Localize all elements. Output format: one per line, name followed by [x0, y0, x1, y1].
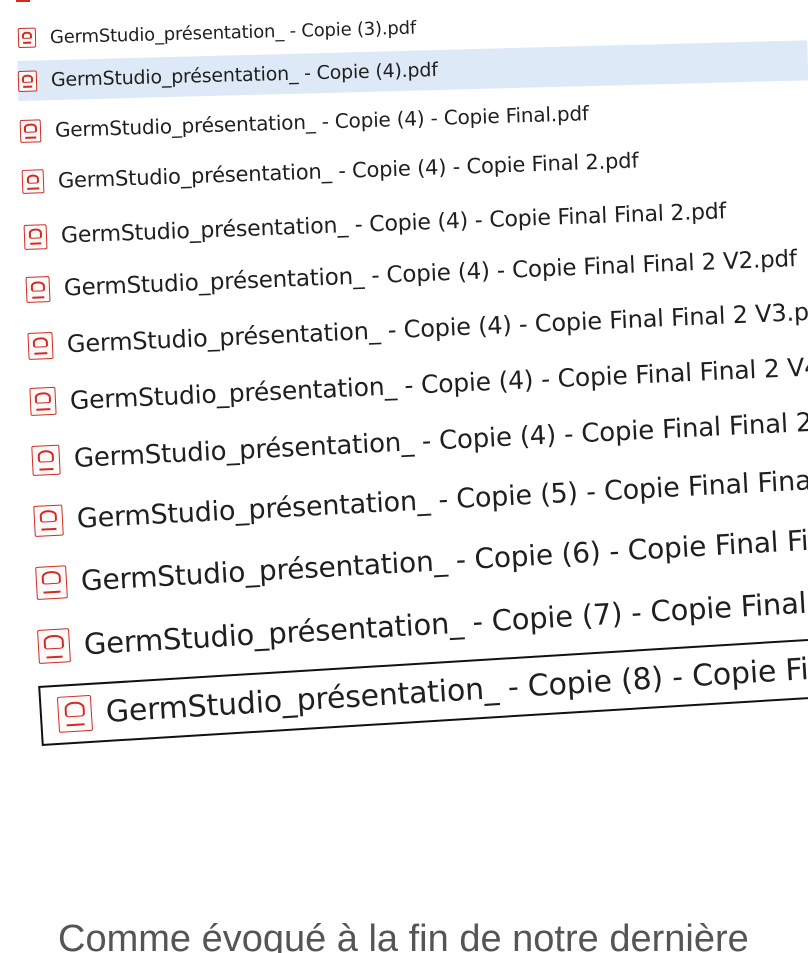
pdf-file-icon [29, 386, 57, 416]
pdf-file-icon [25, 276, 51, 303]
file-row[interactable]: GermStudio_présentation_ - Copie (4) - C… [21, 137, 808, 200]
pdf-file-icon [27, 331, 54, 360]
screenshot-canvas: GermStudio_présentation_ - Copie (3).pdf… [0, 0, 808, 953]
file-name: GermStudio_présentation_ - Copie (4) - C… [54, 101, 590, 142]
file-name: GermStudio_présentation_ - Copie (4) - C… [60, 198, 727, 249]
file-row[interactable]: GermStudio_présentation_ - Copie (4).pdf [17, 40, 808, 101]
file-list: GermStudio_présentation_ - Copie (3).pdf… [0, 0, 808, 860]
pdf-file-icon [17, 27, 37, 48]
file-name: GermStudio_présentation_ - Copie (3).pdf [49, 17, 417, 48]
file-name: GermStudio_présentation_ - Copie (4) - C… [57, 148, 639, 193]
file-name: GermStudio_présentation_ - Copie (4) - C… [63, 246, 798, 302]
pdf-file-icon [33, 504, 64, 537]
pdf-file-icon [17, 70, 38, 92]
pdf-file-icon [56, 694, 94, 733]
file-row[interactable]: GermStudio_présentation_ - Copie (4) - C… [19, 89, 808, 148]
article-caption: Comme évoqué à la fin de notre dernière [58, 918, 749, 953]
pdf-file-icon [31, 444, 61, 476]
pdf-file-icon [19, 118, 42, 143]
file-name: GermStudio_présentation_ - Copie (4).pdf [50, 59, 438, 92]
pdf-file-icon [37, 628, 71, 664]
pdf-file-icon [21, 169, 45, 194]
pdf-file-icon [23, 223, 48, 250]
pdf-file-icon [35, 564, 68, 600]
partial-top-row [16, 0, 436, 4]
partial-pdf-icon [16, 0, 30, 2]
